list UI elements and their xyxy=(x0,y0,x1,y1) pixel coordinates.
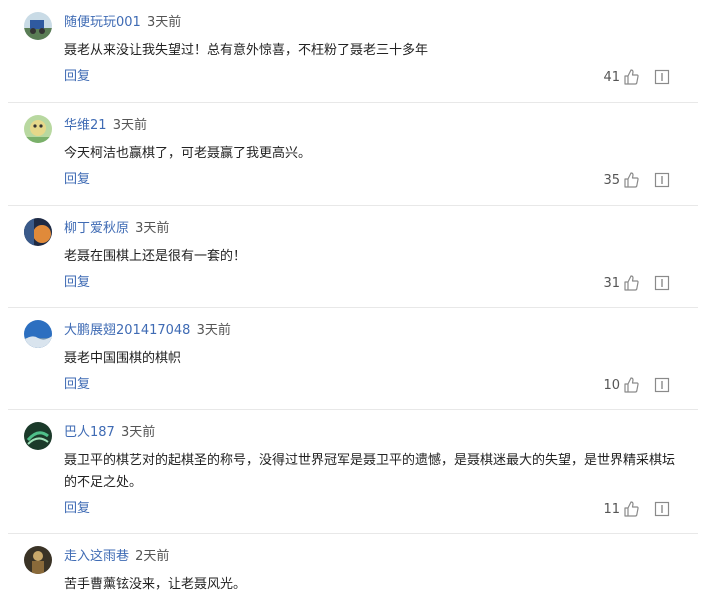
comment-item: 柳丁爱秋原 3天前 老聂在围棋上还是很有一套的！ 回复 31 xyxy=(8,206,698,308)
like-count: 31 xyxy=(603,275,620,291)
comment-time: 2天前 xyxy=(135,549,170,564)
comment-text: 今天柯洁也赢棋了，可老聂赢了我更高兴。 xyxy=(64,146,312,161)
comment-actions: 11 xyxy=(603,499,670,519)
thumbs-up-icon[interactable] xyxy=(622,171,640,189)
comment-time: 3天前 xyxy=(112,118,147,133)
comment-actions: 10 xyxy=(603,375,670,395)
like-count: 41 xyxy=(603,69,620,85)
comment-item: 随便玩玩001 3天前 聂老从来没让我失望过！总有意外惊喜，不枉粉了聂老三十多年… xyxy=(8,0,698,103)
comment-actions: 35 xyxy=(603,170,670,190)
comment-text: 聂老中国围棋的棋帜 xyxy=(64,351,182,366)
reply-button[interactable]: 回复 xyxy=(64,500,90,518)
username-link[interactable]: 大鹏展翅201417048 xyxy=(64,323,190,338)
thumbs-up-icon[interactable] xyxy=(622,68,640,86)
comment-text: 聂老从来没让我失望过！总有意外惊喜，不枉粉了聂老三十多年 xyxy=(64,43,429,58)
report-icon[interactable] xyxy=(654,69,670,85)
reply-button[interactable]: 回复 xyxy=(64,68,90,86)
thumbs-up-icon[interactable] xyxy=(622,500,640,518)
report-icon[interactable] xyxy=(654,501,670,517)
comment-meta: 走入这雨巷 2天前 xyxy=(64,548,169,566)
comment-meta: 随便玩玩001 3天前 xyxy=(64,14,181,32)
report-icon[interactable] xyxy=(654,377,670,393)
comment-time: 3天前 xyxy=(120,425,156,440)
comment-item: 走入这雨巷 2天前 苦手曹薰铉没来，让老聂风光。 xyxy=(8,534,698,604)
comment-meta: 巴人187 3天前 xyxy=(64,424,155,442)
comment-meta: 大鹏展翅201417048 3天前 xyxy=(64,322,231,340)
user-avatar[interactable] xyxy=(24,320,52,348)
comment-meta: 华维21 3天前 xyxy=(64,117,147,135)
comment-text: 老聂在围棋上还是很有一套的！ xyxy=(64,249,247,264)
user-avatar[interactable] xyxy=(24,218,52,246)
user-avatar[interactable] xyxy=(24,12,52,40)
comment-actions: 41 xyxy=(603,67,670,87)
user-avatar[interactable] xyxy=(24,546,52,574)
report-icon[interactable] xyxy=(654,275,670,291)
reply-button[interactable]: 回复 xyxy=(64,376,90,394)
username-link[interactable]: 随便玩玩001 xyxy=(64,15,141,30)
comment-meta: 柳丁爱秋原 3天前 xyxy=(64,220,169,238)
username-link[interactable]: 巴人187 xyxy=(64,425,115,440)
username-link[interactable]: 走入这雨巷 xyxy=(64,549,129,564)
like-count: 35 xyxy=(603,172,620,188)
comment-item: 巴人187 3天前 聂卫平的棋艺对的起棋圣的称号，没得过世界冠军是聂卫平的遗憾，… xyxy=(8,410,698,534)
comment-time: 3天前 xyxy=(146,15,182,30)
like-count: 11 xyxy=(603,501,620,517)
user-avatar[interactable] xyxy=(24,422,52,450)
thumbs-up-icon[interactable] xyxy=(622,376,640,394)
like-count: 10 xyxy=(603,377,620,393)
comment-time: 3天前 xyxy=(196,323,231,338)
username-link[interactable]: 柳丁爱秋原 xyxy=(64,221,129,236)
comment-list: 随便玩玩001 3天前 聂老从来没让我失望过！总有意外惊喜，不枉粉了聂老三十多年… xyxy=(0,0,713,604)
comment-time: 3天前 xyxy=(135,221,170,236)
thumbs-up-icon[interactable] xyxy=(622,274,640,292)
comment-actions: 31 xyxy=(603,273,670,293)
reply-button[interactable]: 回复 xyxy=(64,171,90,189)
comment-item: 华维21 3天前 今天柯洁也赢棋了，可老聂赢了我更高兴。 回复 35 xyxy=(8,103,698,206)
reply-button[interactable]: 回复 xyxy=(64,274,90,292)
comment-text: 聂卫平的棋艺对的起棋圣的称号，没得过世界冠军是聂卫平的遗憾，是聂棋迷最大的失望，… xyxy=(64,453,676,490)
username-link[interactable]: 华维21 xyxy=(64,118,107,133)
comment-item: 大鹏展翅201417048 3天前 聂老中国围棋的棋帜 回复 10 xyxy=(8,308,698,410)
comment-text: 苦手曹薰铉没来，让老聂风光。 xyxy=(64,577,247,592)
report-icon[interactable] xyxy=(654,172,670,188)
user-avatar[interactable] xyxy=(24,115,52,143)
